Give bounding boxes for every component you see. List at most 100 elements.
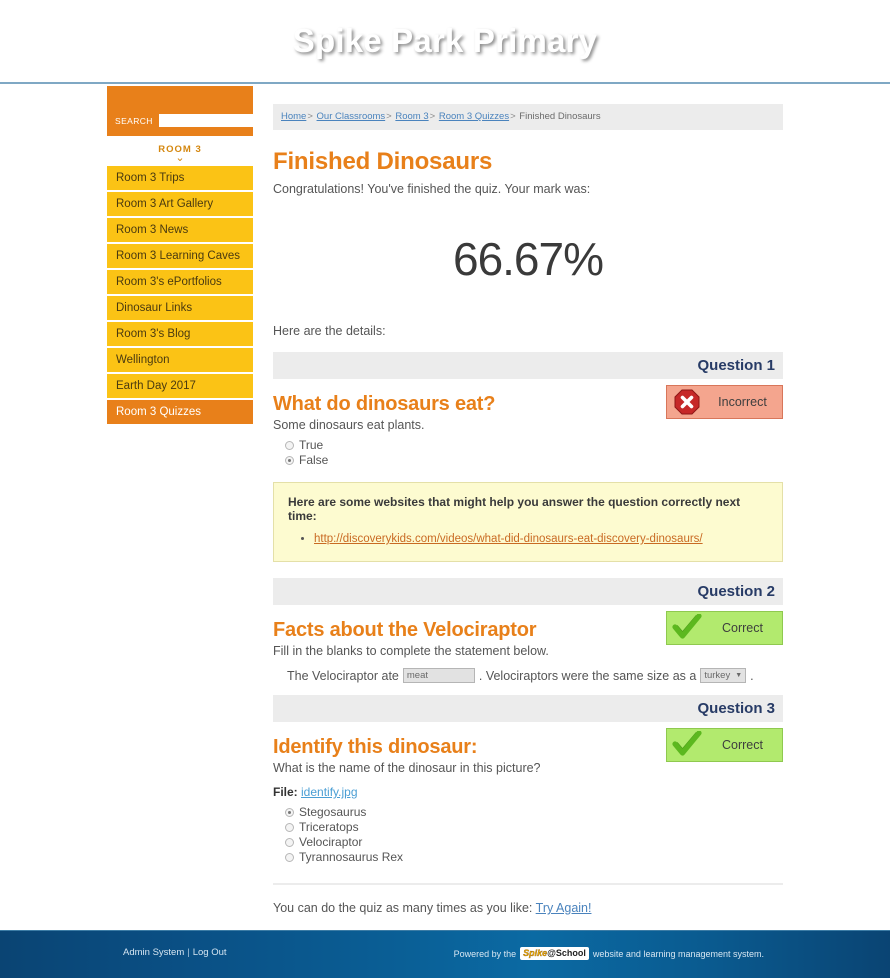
sidebar: SEARCH ❯ ROOM 3 ⌄ Room 3 Trips Room 3 Ar…	[107, 86, 299, 426]
details-text: Here are the details:	[273, 324, 386, 338]
question-block-3: Question 3 Correct Identify this dinosau…	[273, 695, 783, 865]
status-badge-label: Correct	[722, 621, 763, 635]
answer-option[interactable]: True	[285, 438, 783, 453]
fill-text-input[interactable]	[402, 668, 475, 683]
radio-icon[interactable]	[285, 838, 294, 847]
footer-separator: |	[187, 947, 190, 958]
hint-link-list: http://discoverykids.com/videos/what-did…	[288, 531, 768, 547]
logo-at-school-text: @School	[547, 948, 586, 958]
answer-option[interactable]: Triceratops	[285, 820, 783, 835]
answer-label: Triceratops	[299, 820, 359, 834]
sidebar-item-dinosaur-links[interactable]: Dinosaur Links	[107, 296, 253, 320]
question-block-2: Question 2 Correct Facts about the Veloc…	[273, 578, 783, 683]
breadcrumb-separator: >	[386, 111, 392, 122]
intro-text: Congratulations! You've finished the qui…	[273, 182, 591, 196]
question-block-1: Question 1 Incorrect What do dinosaurs e…	[273, 352, 783, 562]
question-description-3: What is the name of the dinosaur in this…	[273, 761, 541, 775]
check-mark-icon	[667, 614, 707, 642]
breadcrumb-item-current: Finished Dinosaurs	[519, 111, 601, 122]
file-link[interactable]: identify.jpg	[301, 785, 357, 799]
answer-option[interactable]: Stegosaurus	[285, 805, 783, 820]
sidebar-item-room-3-news[interactable]: Room 3 News	[107, 218, 253, 242]
sidebar-item-wellington[interactable]: Wellington	[107, 348, 253, 372]
search-block: SEARCH ❯	[107, 86, 299, 136]
sidebar-item-room-3-trips[interactable]: Room 3 Trips	[107, 166, 253, 190]
main-content: Home> Our Classrooms> Room 3> Room 3 Qui…	[273, 104, 783, 915]
search-input[interactable]	[158, 114, 282, 127]
x-octagon-icon	[667, 389, 707, 415]
question-number-3: Question 3	[273, 695, 783, 722]
list-item: http://discoverykids.com/videos/what-did…	[314, 531, 768, 547]
site-header: Spike Park Primary	[0, 0, 890, 84]
status-badge-correct-3: Correct	[666, 728, 783, 762]
attached-file-row: File: identify.jpg	[273, 785, 783, 799]
fill-prefix-text: The Velociraptor ate	[287, 668, 399, 683]
answer-list-1: True False	[273, 438, 783, 468]
fill-select-dropdown[interactable]: turkey ▼	[700, 668, 747, 683]
hint-title: Here are some websites that might help y…	[288, 495, 741, 523]
status-badge-incorrect-1: Incorrect	[666, 385, 783, 419]
chevron-down-icon[interactable]: ⌄	[107, 153, 253, 164]
breadcrumb-item-room-3[interactable]: Room 3	[395, 111, 428, 122]
answer-option[interactable]: Tyrannosaurus Rex	[285, 850, 783, 865]
radio-icon[interactable]	[285, 823, 294, 832]
hint-link[interactable]: http://discoverykids.com/videos/what-did…	[314, 533, 703, 545]
radio-icon-selected[interactable]	[285, 456, 294, 465]
site-title: Spike Park Primary	[292, 22, 598, 59]
status-badge-correct-2: Correct	[666, 611, 783, 645]
retry-text: You can do the quiz as many times as you…	[273, 901, 533, 915]
answer-label: Tyrannosaurus Rex	[299, 850, 404, 864]
try-again-link[interactable]: Try Again!	[536, 901, 592, 915]
breadcrumb-separator: >	[307, 111, 313, 122]
sidebar-item-room-3-art-gallery[interactable]: Room 3 Art Gallery	[107, 192, 253, 216]
logo-spike-text: Spike	[523, 948, 548, 958]
question-number-1: Question 1	[273, 352, 783, 379]
radio-icon[interactable]	[285, 441, 294, 450]
page-title: Finished Dinosaurs	[273, 148, 493, 175]
quiz-score: 66.67%	[452, 233, 604, 285]
sidebar-item-room-3-blog[interactable]: Room 3's Blog	[107, 322, 253, 346]
radio-icon[interactable]	[285, 853, 294, 862]
fill-suffix-text: .	[750, 668, 754, 683]
file-label: File:	[273, 785, 298, 799]
chevron-down-icon: ▼	[735, 672, 743, 679]
divider	[273, 883, 783, 885]
answer-label: False	[299, 453, 329, 467]
fill-select-value: turkey	[704, 670, 731, 681]
question-description-1: Some dinosaurs eat plants.	[273, 418, 425, 432]
sidebar-item-room-3-quizzes[interactable]: Room 3 Quizzes	[107, 400, 253, 424]
answer-label: Velociraptor	[299, 835, 363, 849]
footer-credit: Powered by the Spike @School website and …	[454, 947, 764, 960]
breadcrumb-separator: >	[510, 111, 516, 122]
question-number-2: Question 2	[273, 578, 783, 605]
check-mark-icon	[667, 731, 707, 759]
breadcrumb-item-home[interactable]: Home	[281, 111, 306, 122]
log-out-link[interactable]: Log Out	[193, 947, 227, 958]
radio-icon-selected[interactable]	[285, 808, 294, 817]
breadcrumb-separator: >	[429, 111, 436, 122]
breadcrumb: Home> Our Classrooms> Room 3> Room 3 Qui…	[273, 104, 783, 130]
status-badge-label: Incorrect	[718, 395, 767, 409]
breadcrumb-item-room-3-quizzes[interactable]: Room 3 Quizzes	[439, 111, 509, 122]
powered-by-suffix: website and learning management system.	[592, 948, 764, 959]
answer-option[interactable]: False	[285, 453, 783, 468]
fill-middle-text: . Velociraptors were the same size as a	[478, 668, 697, 683]
search-label: SEARCH	[115, 115, 153, 126]
answer-list-3: Stegosaurus Triceratops Velociraptor Tyr…	[273, 805, 783, 865]
sidebar-item-earth-day-2017[interactable]: Earth Day 2017	[107, 374, 253, 398]
powered-by-prefix: Powered by the	[453, 948, 517, 959]
sidebar-item-room-3-eportfolios[interactable]: Room 3's ePortfolios	[107, 270, 253, 294]
hint-box-1: Here are some websites that might help y…	[273, 482, 783, 562]
admin-system-link[interactable]: Admin System	[123, 947, 184, 958]
spike-at-school-logo[interactable]: Spike @School	[520, 947, 589, 960]
sidebar-item-room-3-learning-caves[interactable]: Room 3 Learning Caves	[107, 244, 253, 268]
breadcrumb-item-our-classrooms[interactable]: Our Classrooms	[317, 111, 386, 122]
answer-label: Stegosaurus	[299, 805, 367, 819]
answer-option[interactable]: Velociraptor	[285, 835, 783, 850]
page-body: SEARCH ❯ ROOM 3 ⌄ Room 3 Trips Room 3 Ar…	[0, 84, 890, 930]
footer-links: Admin System | Log Out	[123, 947, 227, 958]
status-badge-label: Correct	[722, 738, 763, 752]
answer-label: True	[299, 438, 324, 452]
site-footer: Admin System | Log Out Powered by the Spik…	[0, 930, 890, 978]
fill-in-blanks-row: The Velociraptor ate . Velociraptors wer…	[287, 668, 783, 683]
